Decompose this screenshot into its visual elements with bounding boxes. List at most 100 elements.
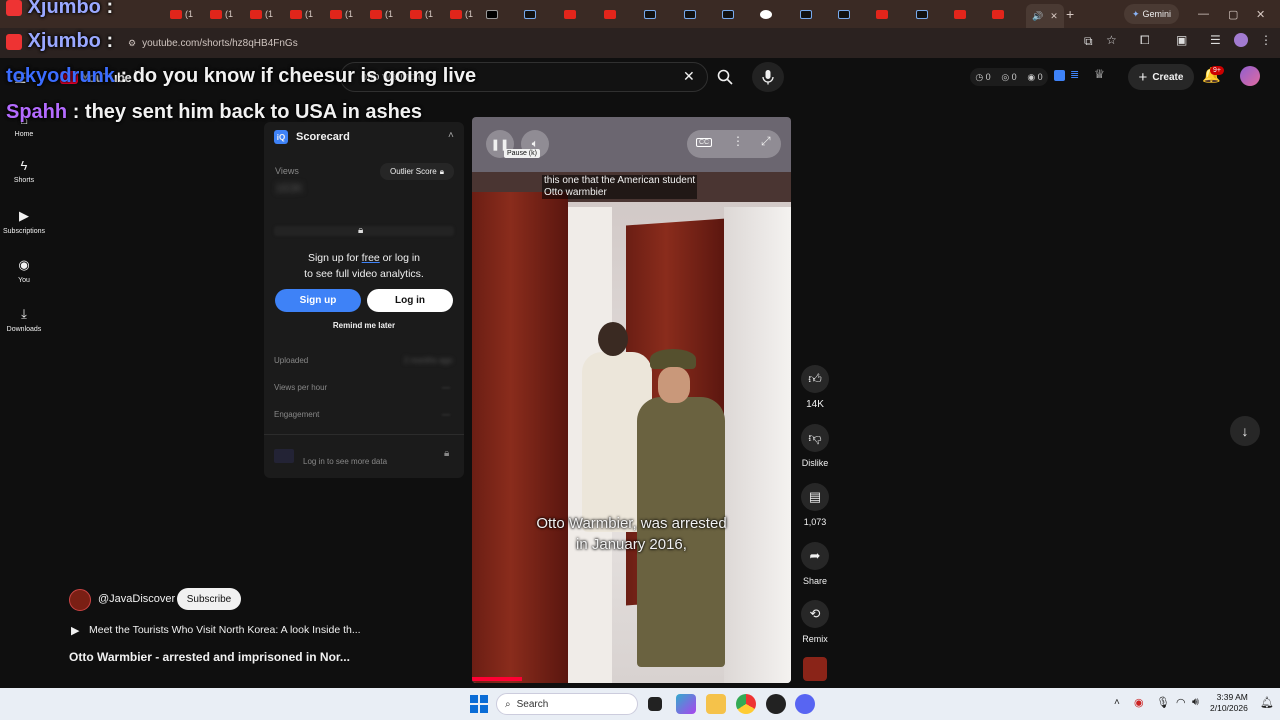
- side-panel-icon[interactable]: ▣: [1176, 33, 1187, 47]
- browser-tab[interactable]: [604, 4, 616, 24]
- next-short-button[interactable]: ↓: [1230, 416, 1260, 446]
- browser-tab[interactable]: (1: [410, 4, 433, 24]
- show-hidden-icons[interactable]: ˄: [1114, 697, 1120, 708]
- vidiq-icon[interactable]: [1054, 70, 1065, 81]
- sidebar-item-you[interactable]: ◉ You: [0, 257, 48, 284]
- remind-later-link[interactable]: Remind me later: [264, 321, 464, 330]
- remix-button[interactable]: ⟲ Remix: [800, 600, 830, 644]
- tiktok-favicon-icon: [916, 9, 928, 19]
- browser-tab[interactable]: (1: [290, 4, 313, 24]
- active-browser-tab[interactable]: 🔊 ✕: [1026, 4, 1064, 28]
- sidebar-item-shorts[interactable]: ϟ Shorts: [0, 158, 48, 184]
- taskbar-clock[interactable]: 3:39 AM 2/10/2026: [1210, 692, 1248, 714]
- extension-counters[interactable]: ◷ 0 ◎ 0 ◉ 0: [970, 68, 1048, 86]
- browser-tab[interactable]: [876, 4, 888, 24]
- progress-bar[interactable]: [472, 677, 522, 681]
- youtube-favicon-icon: [170, 9, 182, 19]
- browser-tab[interactable]: [644, 4, 656, 24]
- clear-search-icon[interactable]: ✕: [683, 68, 695, 85]
- volume-icon[interactable]: 🔊︎: [1192, 696, 1199, 709]
- comment-icon: ▤: [801, 483, 829, 511]
- browser-tab[interactable]: [800, 4, 812, 24]
- file-explorer-icon[interactable]: [706, 694, 726, 714]
- fullscreen-icon[interactable]: ⤢: [761, 134, 771, 149]
- new-tab-button[interactable]: +: [1066, 4, 1074, 24]
- windows-logo-icon: [470, 695, 478, 703]
- like-button[interactable]: 👍︎ 14K: [800, 365, 830, 410]
- sidebar-item-subscriptions[interactable]: ▶ Subscriptions: [0, 208, 48, 235]
- task-view-icon[interactable]: [648, 697, 662, 711]
- url-field[interactable]: ⚙ youtube.com/shorts/hz8qHB4FnGs: [128, 34, 1068, 52]
- white-wall: [724, 207, 791, 683]
- search-button[interactable]: [706, 62, 744, 92]
- chat-message: Xjumbo :: [6, 30, 113, 53]
- voice-search-button[interactable]: [752, 62, 784, 92]
- share-button[interactable]: ➦ Share: [800, 542, 830, 586]
- browser-tab[interactable]: [838, 4, 850, 24]
- login-button[interactable]: Log in: [367, 289, 453, 312]
- minimize-button[interactable]: —: [1198, 4, 1209, 24]
- trophy-icon[interactable]: ♕: [1094, 67, 1105, 81]
- more-options-icon[interactable]: ⋮: [732, 134, 744, 148]
- extensions-icon[interactable]: ⧠: [1140, 33, 1150, 48]
- microphone-icon[interactable]: 🎙︎: [1156, 696, 1170, 709]
- notifications-icon[interactable]: 🔔︎: [1260, 696, 1274, 709]
- create-button[interactable]: + Create: [1128, 64, 1194, 90]
- login-more-data-text[interactable]: Log in to see more data: [303, 457, 387, 466]
- close-window-button[interactable]: ✕: [1256, 4, 1265, 24]
- stats-icon[interactable]: ≣: [1070, 68, 1079, 81]
- browser-tab[interactable]: [722, 4, 734, 24]
- sidebar-item-downloads[interactable]: ⤓ Downloads: [0, 306, 48, 333]
- discord-icon[interactable]: [795, 694, 815, 714]
- site-info-icon[interactable]: ⚙: [128, 38, 136, 49]
- captions-button[interactable]: CC: [696, 138, 713, 147]
- browser-tab[interactable]: [916, 4, 928, 24]
- maximize-button[interactable]: ▢: [1228, 4, 1238, 24]
- browser-tab[interactable]: (1: [450, 4, 473, 24]
- channel-thumbnail[interactable]: [803, 657, 827, 681]
- views-value: 163K: [275, 181, 304, 195]
- copilot-icon[interactable]: [676, 694, 696, 714]
- signup-button[interactable]: Sign up: [275, 289, 361, 312]
- tiktok-favicon-icon: [722, 9, 734, 19]
- profile-avatar[interactable]: [1234, 33, 1248, 47]
- chrome-icon[interactable]: [736, 694, 756, 714]
- comments-button[interactable]: ▤ 1,073: [800, 483, 830, 527]
- playlist-link[interactable]: Meet the Tourists Who Visit North Korea:…: [89, 624, 361, 636]
- browser-tab[interactable]: (1: [210, 4, 233, 24]
- browser-tab[interactable]: [524, 4, 536, 24]
- screen-share-icon[interactable]: ⧉: [1084, 34, 1093, 49]
- collapse-chevron-icon[interactable]: ˄: [448, 130, 454, 141]
- account-avatar[interactable]: [1240, 66, 1260, 86]
- browser-tab[interactable]: [760, 4, 772, 24]
- dislike-button[interactable]: 👎︎ Dislike: [800, 424, 830, 468]
- wifi-icon[interactable]: ◠: [1176, 696, 1186, 709]
- free-link[interactable]: free: [362, 252, 380, 264]
- browser-menu-icon[interactable]: ⋮: [1260, 33, 1272, 47]
- tray-app-icon[interactable]: ◉: [1134, 696, 1144, 709]
- gemini-button[interactable]: ✦ Gemini: [1124, 4, 1180, 24]
- browser-tab[interactable]: (1: [170, 4, 193, 24]
- shorts-video-player[interactable]: this one that the American student Otto …: [472, 117, 791, 683]
- chat-message: tokyodrunk : do you know if cheesur is g…: [6, 65, 477, 87]
- tab-close-icon[interactable]: ✕: [1050, 11, 1058, 22]
- tiktok-favicon-icon: [684, 9, 696, 19]
- taskbar-search-box[interactable]: ⌕ Search: [496, 693, 638, 715]
- channel-avatar[interactable]: [69, 589, 91, 611]
- browser-tab[interactable]: [564, 4, 576, 24]
- start-button[interactable]: [469, 694, 489, 714]
- browser-tab[interactable]: (1: [330, 4, 353, 24]
- browser-tab[interactable]: [992, 4, 1004, 24]
- reading-list-icon[interactable]: ☰: [1210, 33, 1221, 47]
- browser-tab[interactable]: [684, 4, 696, 24]
- channel-handle[interactable]: @JavaDiscover: [98, 593, 175, 605]
- subscribe-button[interactable]: Subscribe: [177, 588, 241, 610]
- browser-tab[interactable]: [486, 4, 498, 24]
- plus-icon: +: [1138, 68, 1148, 86]
- outlier-score-badge[interactable]: Outlier Score 🔒︎: [380, 163, 454, 180]
- browser-tab[interactable]: (1: [370, 4, 393, 24]
- bookmark-star-icon[interactable]: ☆: [1106, 33, 1117, 47]
- app-icon[interactable]: [766, 694, 786, 714]
- browser-tab[interactable]: [954, 4, 966, 24]
- browser-tab[interactable]: (1: [250, 4, 273, 24]
